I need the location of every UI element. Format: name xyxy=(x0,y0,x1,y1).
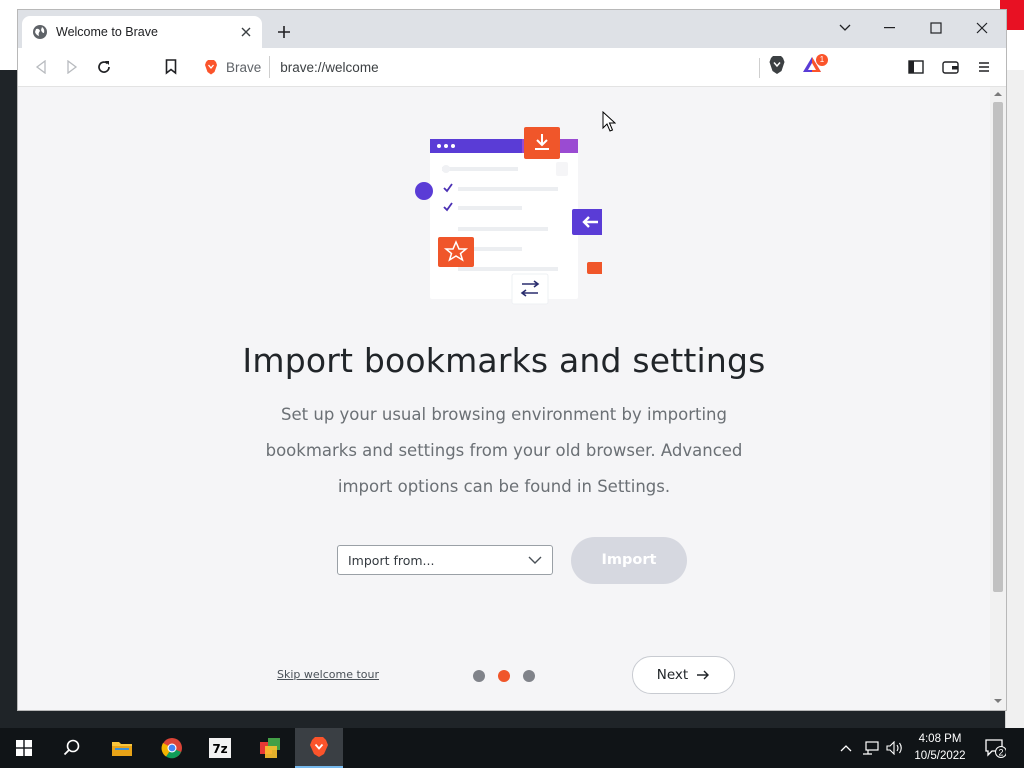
7zip-icon[interactable]: 7z xyxy=(196,728,244,768)
tab-welcome[interactable]: Welcome to Brave xyxy=(22,16,262,48)
search-icon[interactable] xyxy=(48,728,96,768)
chrome-icon[interactable] xyxy=(148,728,196,768)
wallet-icon[interactable] xyxy=(939,56,961,78)
tab-search-icon[interactable] xyxy=(823,14,867,42)
volume-icon[interactable] xyxy=(884,728,906,768)
page-scrollbar[interactable] xyxy=(990,87,1006,710)
system-clock[interactable]: 4:08 PM 10/5/2022 xyxy=(910,731,970,765)
tab-strip: Welcome to Brave xyxy=(18,10,1006,48)
brave-lion-icon xyxy=(205,60,217,75)
file-explorer-icon[interactable] xyxy=(98,728,146,768)
brave-chip: Brave xyxy=(194,56,271,78)
browser-window: Welcome to Brave Brave brave://welcome 1… xyxy=(18,10,1006,710)
step-indicator xyxy=(473,670,543,684)
import-from-select[interactable]: Import from... xyxy=(337,545,553,575)
network-icon[interactable] xyxy=(860,728,882,768)
brave-shields-icon[interactable] xyxy=(768,55,790,79)
reload-button[interactable] xyxy=(93,56,115,78)
bookmark-icon[interactable] xyxy=(160,56,182,78)
step-dot-2[interactable] xyxy=(498,670,510,682)
scroll-down-icon[interactable] xyxy=(994,697,1002,705)
clock-time: 4:08 PM xyxy=(918,733,962,745)
minimize-button[interactable] xyxy=(868,14,912,42)
maximize-button[interactable] xyxy=(914,14,958,42)
start-icon[interactable] xyxy=(0,728,48,768)
tab-title: Welcome to Brave xyxy=(56,25,158,39)
import-from-value: Import from... xyxy=(348,552,435,568)
next-button[interactable]: Next xyxy=(632,656,735,694)
background-window-scrollbar xyxy=(1005,70,1024,728)
new-tab-button[interactable] xyxy=(274,22,294,42)
chevron-up-icon[interactable] xyxy=(836,728,856,768)
tab-close-icon[interactable] xyxy=(236,22,256,42)
skip-welcome-tour-link[interactable]: Skip welcome tour xyxy=(277,668,379,681)
import-button[interactable]: Import xyxy=(571,537,687,584)
brave-chip-label: Brave xyxy=(226,59,262,75)
toolbar-divider xyxy=(759,58,760,78)
url-text: brave://welcome xyxy=(280,59,379,75)
address-bar[interactable]: Brave brave://welcome xyxy=(194,52,758,82)
mouse-cursor-icon xyxy=(602,111,616,132)
next-button-label: Next xyxy=(656,667,689,683)
chevron-down-icon xyxy=(528,556,542,564)
step-dot-1[interactable] xyxy=(473,670,485,682)
page-title: Import bookmarks and settings xyxy=(242,341,766,380)
svg-text:7z: 7z xyxy=(212,742,227,756)
notification-count: 2 xyxy=(998,748,1003,758)
arrow-right-icon xyxy=(697,670,710,680)
sidebar-icon[interactable] xyxy=(905,56,927,78)
globe-icon xyxy=(33,25,47,39)
import-illustration xyxy=(415,127,602,305)
forward-button[interactable] xyxy=(61,56,83,78)
scroll-up-icon[interactable] xyxy=(994,90,1002,98)
brave-rewards-icon[interactable]: 1 xyxy=(802,54,828,79)
brave-taskbar-icon[interactable] xyxy=(295,728,343,768)
app-icon[interactable] xyxy=(246,728,294,768)
close-window-button[interactable] xyxy=(960,14,1004,42)
page-description: Set up your usual browsing environment b… xyxy=(265,405,743,496)
clock-date: 10/5/2022 xyxy=(914,750,966,762)
menu-icon[interactable] xyxy=(973,56,995,78)
welcome-page: Import bookmarks and settings Set up you… xyxy=(18,87,990,710)
toolbar: Brave brave://welcome 1 xyxy=(18,48,1006,87)
scroll-thumb[interactable] xyxy=(993,102,1003,592)
step-dot-3[interactable] xyxy=(523,670,535,682)
taskbar: 7z 4:08 PM 10/5/2022 2 xyxy=(0,728,1024,768)
rewards-badge: 1 xyxy=(816,54,828,66)
notification-center-icon[interactable]: 2 xyxy=(980,728,1010,768)
back-button[interactable] xyxy=(30,56,52,78)
